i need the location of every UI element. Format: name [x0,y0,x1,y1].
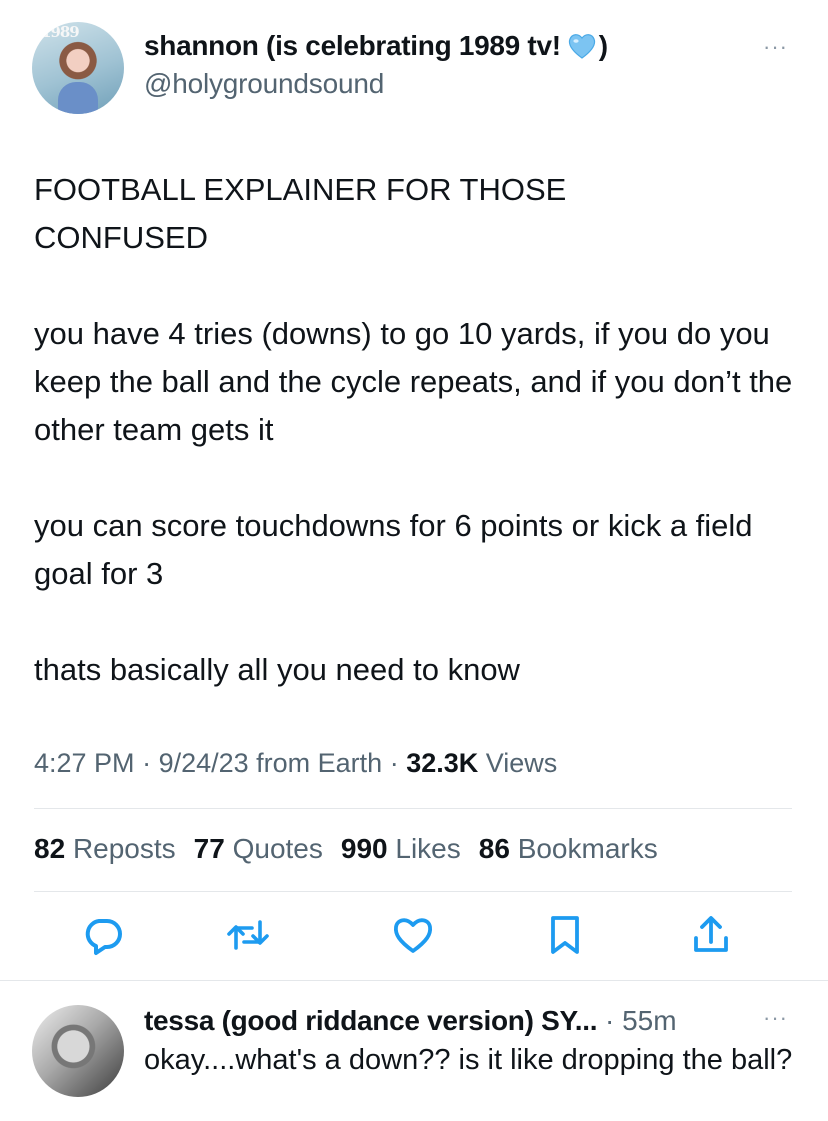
repost-icon[interactable] [225,912,271,958]
reply-time: · 55m [597,1005,677,1036]
author-name-row[interactable]: shannon (is celebrating 1989 tv! ) [144,30,608,62]
tweet-paragraph: you can score touchdowns for 6 points or… [34,508,753,591]
reposts-label: Reposts [72,833,176,864]
action-bar [80,912,760,960]
bookmark-icon[interactable] [542,912,588,958]
reply-author-avatar[interactable] [32,1005,124,1097]
reposts-count: 82 [34,833,66,864]
tweet-source: from Earth [248,748,383,778]
tweet-date[interactable]: 9/24/23 [159,748,249,778]
author-avatar[interactable]: 1989 [32,22,124,114]
avatar-figure [58,82,98,114]
reply-icon[interactable] [80,912,126,958]
meta-separator: · [382,748,407,778]
likes-count: 990 [340,833,388,864]
tweet-paragraph: you have 4 tries (downs) to go 10 yards,… [34,316,793,447]
reply-author-name[interactable]: tessa (good riddance version) SY... [144,1005,597,1036]
avatar-1989-text: 1989 [41,23,80,41]
likes-label: Likes [395,833,461,864]
engagement-stats: 82 Reposts 77 Quotes 990 Likes 86 Bookma… [34,833,658,865]
likes-stat[interactable]: 990 Likes [341,833,461,865]
reposts-stat[interactable]: 82 Reposts [34,833,176,865]
like-icon[interactable] [390,912,436,958]
bookmarks-count: 86 [478,833,510,864]
main-tweet: 1989 shannon (is celebrating 1989 tv! ) … [0,0,828,985]
reply-tweet[interactable]: tessa (good riddance version) SY... · 55… [0,985,828,1121]
divider [34,808,792,809]
quotes-count: 77 [193,833,225,864]
reply-text: okay....what's a down?? is it like dropp… [144,1044,793,1076]
quotes-stat[interactable]: 77 Quotes [194,833,323,865]
bookmarks-stat[interactable]: 86 Bookmarks [479,833,658,865]
quotes-label: Quotes [232,833,323,864]
views-label: Views [478,748,558,778]
meta-separator: · [134,748,159,778]
tweet-paragraph: FOOTBALL EXPLAINER FOR THOSE CONFUSED [34,172,567,255]
share-icon[interactable] [688,912,734,958]
author-handle[interactable]: @holygroundsound [144,68,384,100]
author-name-close-paren: ) [598,30,609,61]
reply-more-options-icon[interactable]: ··· [763,1005,788,1031]
author-display-name[interactable]: shannon (is celebrating 1989 tv! [144,30,561,62]
tweet-time[interactable]: 4:27 PM [34,748,135,778]
bookmarks-label: Bookmarks [517,833,658,864]
tweet-meta: 4:27 PM · 9/24/23 from Earth · 32.3K Vie… [34,748,557,779]
reply-separator [0,980,828,981]
more-options-icon[interactable]: ··· [763,34,788,60]
reply-author-row: tessa (good riddance version) SY... · 55… [144,1005,677,1037]
divider [34,891,792,892]
tweet-paragraph: thats basically all you need to know [34,652,520,687]
light-blue-heart-icon [567,31,597,61]
views-count: 32.3K [406,748,479,778]
